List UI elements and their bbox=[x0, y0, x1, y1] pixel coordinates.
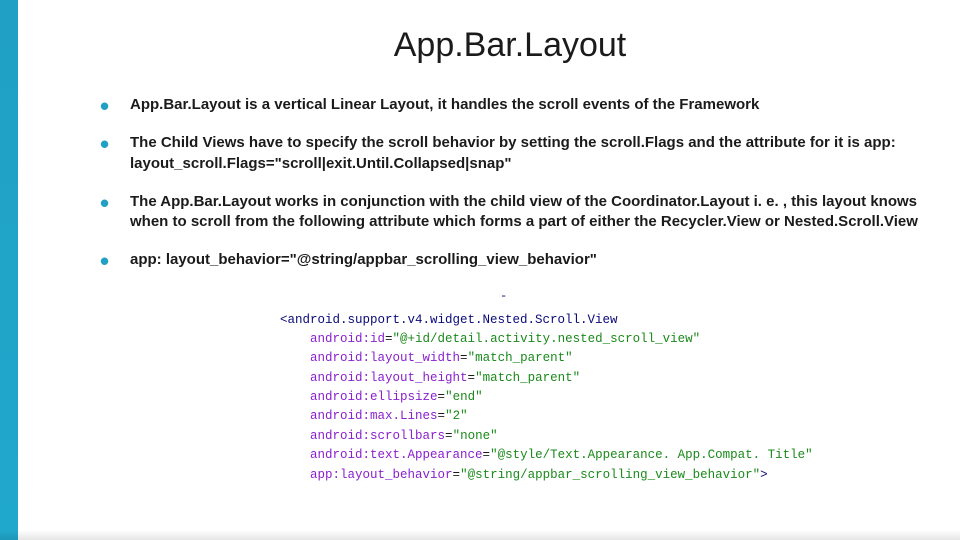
code-close-tag: > bbox=[760, 468, 768, 482]
code-attr-name: android:text.Appearance bbox=[310, 448, 483, 462]
list-item: The App.Bar.Layout works in conjunction … bbox=[100, 192, 920, 233]
code-attr-value: "@+id/detail.activity.nested_scroll_view… bbox=[393, 332, 701, 346]
code-attr-name: android:id bbox=[310, 332, 385, 346]
page-title: App.Bar.Layout bbox=[100, 26, 920, 65]
code-attr-name: android:scrollbars bbox=[310, 429, 445, 443]
code-attr-name: android:layout_width bbox=[310, 351, 460, 365]
list-item: App.Bar.Layout is a vertical Linear Layo… bbox=[100, 95, 920, 115]
list-item: The Child Views have to specify the scro… bbox=[100, 133, 920, 174]
code-attr-name: android:ellipsize bbox=[310, 390, 438, 404]
list-item: app: layout_behavior="@string/appbar_scr… bbox=[100, 250, 920, 270]
code-attr-name: app:layout_behavior bbox=[310, 468, 453, 482]
code-attr-value: "@style/Text.Appearance. App.Compat. Tit… bbox=[490, 448, 813, 462]
code-attr-value: "2" bbox=[445, 409, 468, 423]
code-attr-value: "match_parent" bbox=[468, 351, 573, 365]
xml-code-block: <android.support.v4.widget.Nested.Scroll… bbox=[280, 311, 920, 485]
code-open-tag: <android.support.v4.widget.Nested.Scroll… bbox=[280, 313, 618, 327]
code-attr-name: android:max.Lines bbox=[310, 409, 438, 423]
stray-mark: - bbox=[500, 289, 920, 303]
slide-body: App.Bar.Layout App.Bar.Layout is a verti… bbox=[0, 0, 960, 505]
code-attr-value: "end" bbox=[445, 390, 483, 404]
code-attr-value: "none" bbox=[453, 429, 498, 443]
accent-stripe bbox=[0, 0, 18, 540]
bottom-shadow bbox=[0, 530, 960, 540]
code-attr-value: "@string/appbar_scrolling_view_behavior" bbox=[460, 468, 760, 482]
bullet-list: App.Bar.Layout is a vertical Linear Layo… bbox=[100, 95, 920, 271]
code-attr-value: "match_parent" bbox=[475, 371, 580, 385]
code-attr-name: android:layout_height bbox=[310, 371, 468, 385]
